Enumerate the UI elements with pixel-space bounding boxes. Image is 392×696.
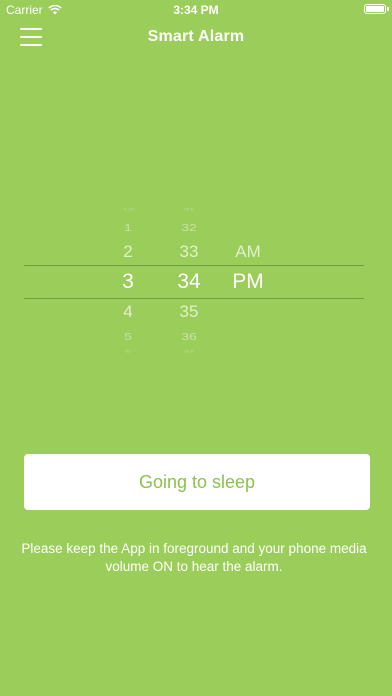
picker-hour[interactable]: 12 <box>103 208 153 212</box>
time-picker[interactable]: 12 1 2 3 4 5 6 31 32 33 34 35 36 37 AM P… <box>0 200 392 365</box>
picker-hour[interactable]: 5 <box>103 330 153 342</box>
picker-minute[interactable]: 33 <box>163 242 215 262</box>
navigation-bar: Smart Alarm <box>0 20 392 56</box>
picker-period-selected[interactable]: PM <box>226 270 270 294</box>
minute-column[interactable]: 31 32 33 34 35 36 37 <box>163 200 215 365</box>
picker-minute[interactable]: 35 <box>163 302 215 322</box>
foreground-notice-text: Please keep the App in foreground and yo… <box>21 541 367 574</box>
picker-minute[interactable]: 36 <box>163 330 215 342</box>
hour-column[interactable]: 12 1 2 3 4 5 6 <box>103 200 153 365</box>
picker-minute-selected[interactable]: 34 <box>163 270 215 294</box>
picker-hour[interactable]: 6 <box>103 350 153 354</box>
going-to-sleep-button[interactable]: Going to sleep <box>24 454 370 510</box>
picker-hour-selected[interactable]: 3 <box>103 270 153 294</box>
page-title: Smart Alarm <box>147 28 245 45</box>
status-time: 3:34 PM <box>173 3 219 17</box>
period-column[interactable]: AM PM <box>226 200 270 365</box>
picker-period[interactable]: AM <box>226 242 270 262</box>
battery-icon <box>364 4 386 14</box>
picker-minute[interactable]: 37 <box>163 350 215 354</box>
picker-hour[interactable]: 1 <box>103 221 153 233</box>
battery-nub <box>387 7 389 11</box>
picker-minute[interactable]: 31 <box>163 208 215 212</box>
picker-hour[interactable]: 4 <box>103 302 153 322</box>
picker-hour[interactable]: 2 <box>103 242 153 262</box>
status-bar: Carrier 3:34 PM <box>0 0 392 20</box>
picker-minute[interactable]: 32 <box>163 221 215 233</box>
